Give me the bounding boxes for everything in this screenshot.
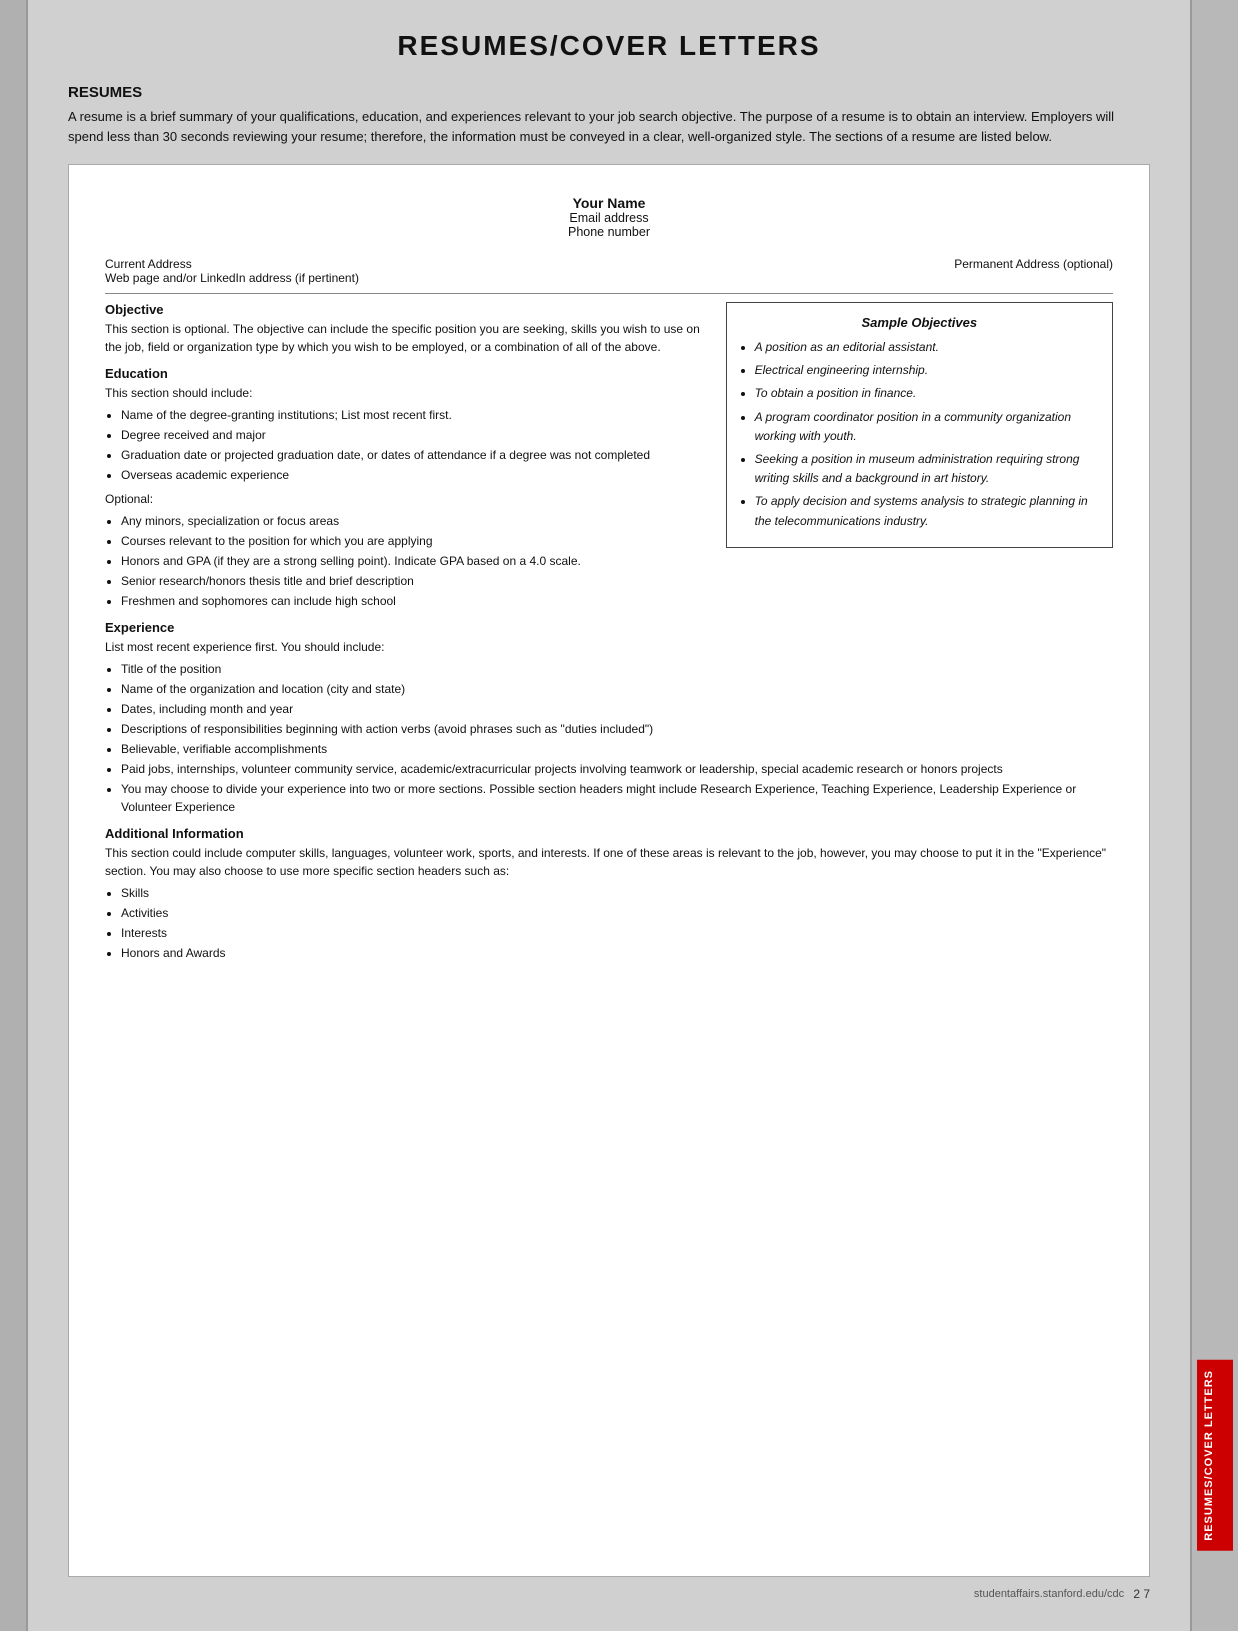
doc-main-area: Objective This section is optional. The …: [105, 302, 1113, 620]
additional-text: This section could include computer skil…: [105, 844, 1113, 880]
list-item: Name of the degree-granting institutions…: [121, 406, 708, 424]
doc-email: Email address: [105, 211, 1113, 225]
education-optional-label: Optional:: [105, 490, 708, 508]
doc-left-col: Objective This section is optional. The …: [105, 302, 708, 620]
doc-address-row: Current Address Web page and/or LinkedIn…: [105, 257, 1113, 285]
list-item: A position as an editorial assistant.: [755, 338, 1098, 357]
footer-url: studentaffairs.stanford.edu/cdc: [974, 1588, 1124, 1600]
list-item: Any minors, specialization or focus area…: [121, 512, 708, 530]
resumes-intro: A resume is a brief summary of your qual…: [68, 107, 1150, 146]
additional-section: Additional Information This section coul…: [105, 826, 1113, 962]
experience-section: Experience List most recent experience f…: [105, 620, 1113, 816]
objective-title: Objective: [105, 302, 708, 317]
list-item: To apply decision and systems analysis t…: [755, 492, 1098, 530]
page-number: 2 7: [1133, 1587, 1150, 1601]
main-content: RESUMES/COVER LETTERS RESUMES A resume i…: [28, 0, 1190, 1631]
experience-title: Experience: [105, 620, 1113, 635]
sample-objectives-title: Sample Objectives: [741, 315, 1098, 330]
doc-address-left: Current Address Web page and/or LinkedIn…: [105, 257, 359, 285]
experience-bullets: Title of the position Name of the organiz…: [121, 660, 1113, 816]
list-item: A program coordinator position in a comm…: [755, 408, 1098, 446]
doc-footer: studentaffairs.stanford.edu/cdc 2 7: [68, 1587, 1150, 1601]
list-item: Freshmen and sophomores can include high…: [121, 592, 708, 610]
list-item: Name of the organization and location (c…: [121, 680, 1113, 698]
list-item: Paid jobs, internships, volunteer commun…: [121, 760, 1113, 778]
page-title: RESUMES/COVER LETTERS: [68, 30, 1150, 62]
list-item: Electrical engineering internship.: [755, 361, 1098, 380]
document-frame: Your Name Email address Phone number Cur…: [68, 164, 1150, 1577]
objective-text: This section is optional. The objective …: [105, 320, 708, 356]
doc-header: Your Name Email address Phone number: [105, 195, 1113, 239]
experience-intro: List most recent experience first. You s…: [105, 638, 1113, 656]
education-optional-bullets: Any minors, specialization or focus area…: [121, 512, 708, 610]
right-stripe: RESUMES/COVER LETTERS: [1190, 0, 1238, 1631]
objective-section: Objective This section is optional. The …: [105, 302, 708, 356]
list-item: Graduation date or projected graduation …: [121, 446, 708, 464]
list-item: You may choose to divide your experience…: [121, 780, 1113, 816]
right-tab: RESUMES/COVER LETTERS: [1197, 1360, 1233, 1551]
list-item: Interests: [121, 924, 1113, 942]
list-item: Courses relevant to the position for whi…: [121, 532, 708, 550]
list-item: Activities: [121, 904, 1113, 922]
list-item: Overseas academic experience: [121, 466, 708, 484]
education-title: Education: [105, 366, 708, 381]
list-item: Honors and GPA (if they are a strong sel…: [121, 552, 708, 570]
resumes-heading: RESUMES: [68, 84, 1150, 101]
list-item: Degree received and major: [121, 426, 708, 444]
list-item: To obtain a position in finance.: [755, 384, 1098, 403]
additional-title: Additional Information: [105, 826, 1113, 841]
doc-divider-1: [105, 293, 1113, 294]
list-item: Descriptions of responsibilities beginni…: [121, 720, 1113, 738]
doc-name: Your Name: [105, 195, 1113, 211]
education-section: Education This section should include: N…: [105, 366, 708, 610]
doc-right-col: Sample Objectives A position as an edito…: [726, 302, 1113, 620]
list-item: Seeking a position in museum administrat…: [755, 450, 1098, 488]
list-item: Dates, including month and year: [121, 700, 1113, 718]
additional-bullets: Skills Activities Interests Honors and Awar…: [121, 884, 1113, 962]
doc-phone: Phone number: [105, 225, 1113, 239]
list-item: Honors and Awards: [121, 944, 1113, 962]
list-item: Skills: [121, 884, 1113, 902]
education-bullets: Name of the degree-granting institutions…: [121, 406, 708, 484]
list-item: Believable, verifiable accomplishments: [121, 740, 1113, 758]
left-stripe: [0, 0, 28, 1631]
sample-objectives-box: Sample Objectives A position as an edito…: [726, 302, 1113, 548]
sample-objectives-list: A position as an editorial assistant. Ele…: [755, 338, 1098, 531]
education-intro: This section should include:: [105, 384, 708, 402]
doc-address-right: Permanent Address (optional): [954, 257, 1113, 285]
list-item: Senior research/honors thesis title and …: [121, 572, 708, 590]
list-item: Title of the position: [121, 660, 1113, 678]
